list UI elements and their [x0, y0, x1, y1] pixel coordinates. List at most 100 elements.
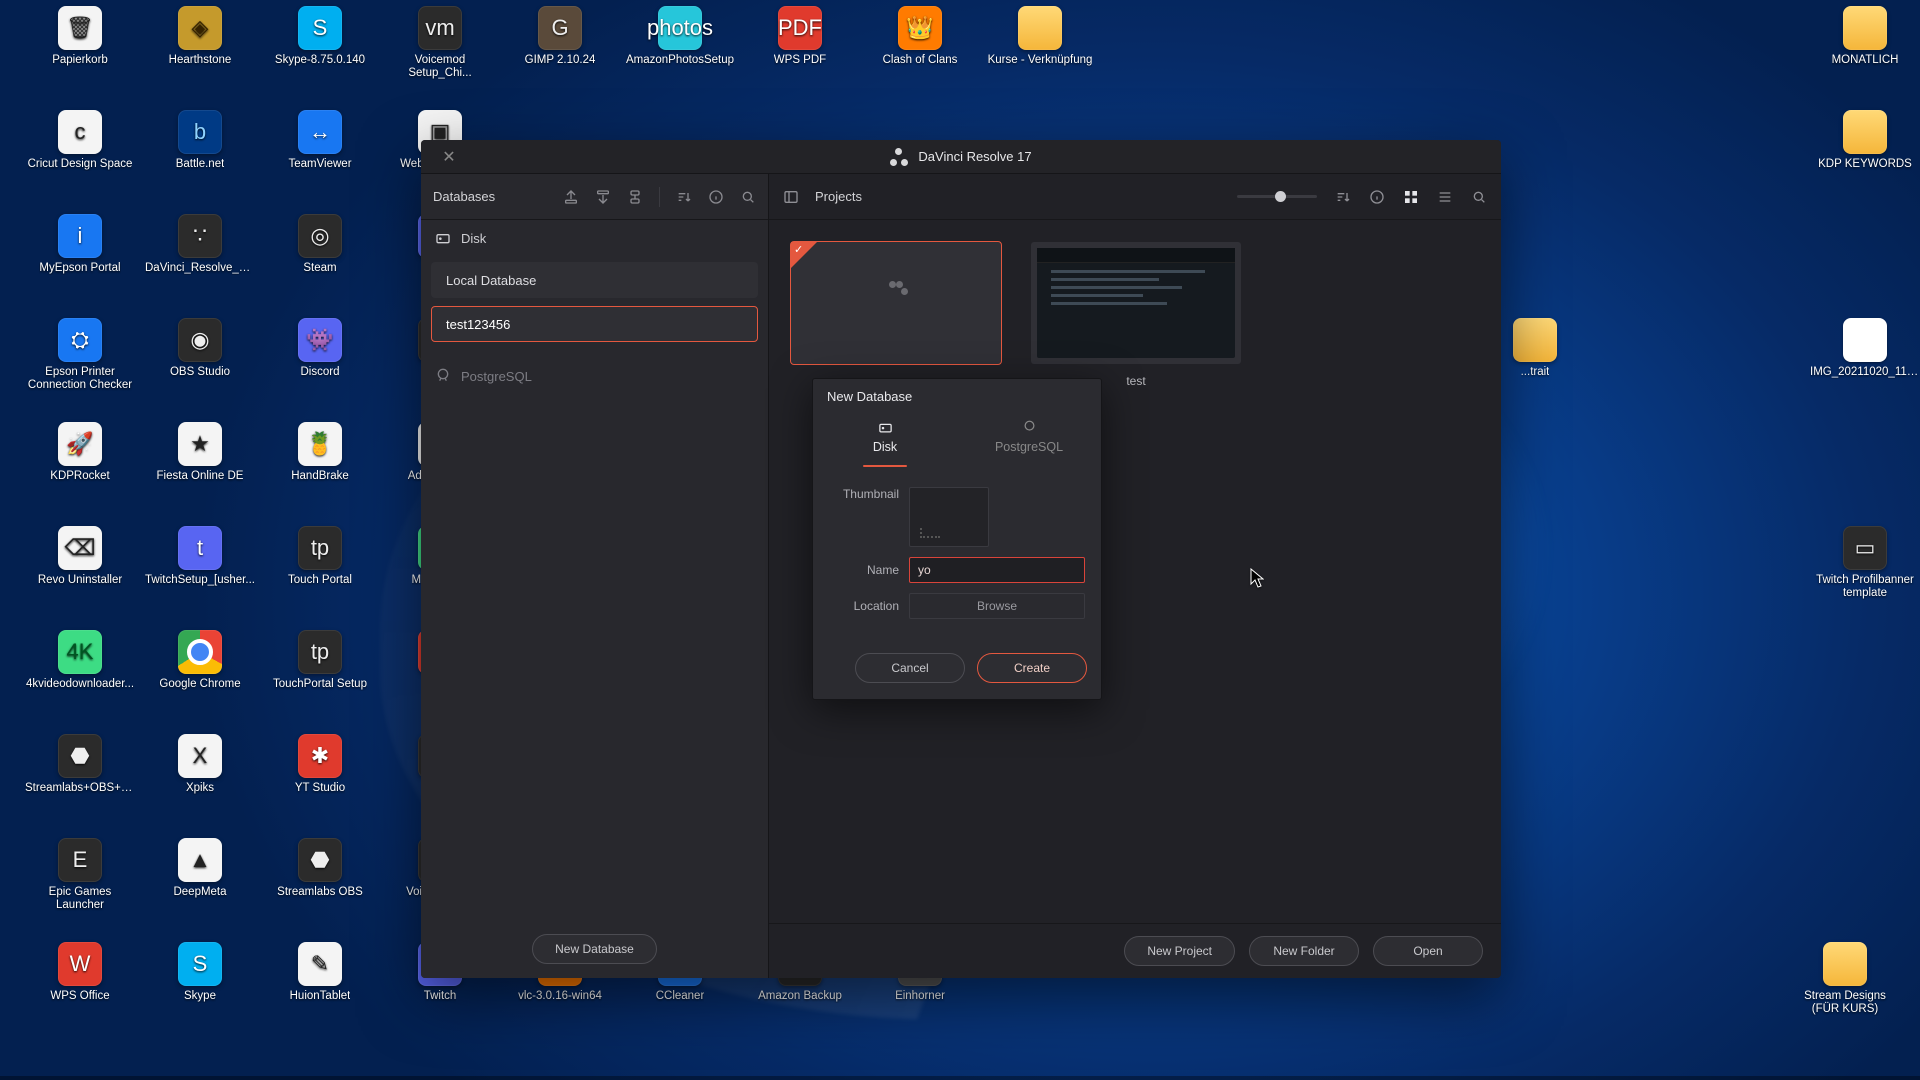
- icon-label: Touch Portal: [288, 574, 352, 587]
- sort-icon[interactable]: [1335, 189, 1351, 205]
- app-icon: PDF: [778, 6, 822, 50]
- desktop-icon[interactable]: ▲DeepMeta: [145, 838, 255, 899]
- desktop-icon[interactable]: tpTouch Portal: [265, 526, 375, 587]
- db-export-icon[interactable]: [595, 189, 611, 205]
- project-thumbnail: [1031, 242, 1241, 364]
- desktop-icon[interactable]: iMyEpson Portal: [25, 214, 135, 275]
- desktop-icon[interactable]: 👾Discord: [265, 318, 375, 379]
- sort-icon[interactable]: [676, 189, 692, 205]
- icon-label: DaVinci_Resolve_16...: [145, 262, 255, 275]
- disk-section[interactable]: Disk: [421, 220, 768, 256]
- panel-toggle-icon[interactable]: [783, 189, 799, 205]
- desktop-icon[interactable]: tpTouchPortal Setup: [265, 630, 375, 691]
- postgresql-section[interactable]: PostgreSQL: [421, 358, 768, 394]
- desktop-icon[interactable]: PDFWPS PDF: [745, 6, 855, 67]
- desktop-icon[interactable]: ↔TeamViewer: [265, 110, 375, 171]
- db-add-icon[interactable]: [563, 189, 579, 205]
- desktop-icon[interactable]: WWPS Office: [25, 942, 135, 1003]
- desktop-icon[interactable]: vmVoicemod Setup_Chi...: [385, 6, 495, 80]
- desktop-icon[interactable]: ⬣Streamlabs+OBS+S...: [25, 734, 135, 795]
- app-icon: 👑: [898, 6, 942, 50]
- icon-label: HandBrake: [291, 470, 349, 483]
- database-item[interactable]: test123456: [431, 306, 758, 342]
- new-project-button[interactable]: New Project: [1124, 936, 1235, 966]
- desktop-icon[interactable]: IMG_20211020_114031: [1810, 318, 1920, 379]
- desktop-icon[interactable]: Stream Designs (FÜR KURS): [1790, 942, 1900, 1016]
- db-link-icon[interactable]: [627, 189, 643, 205]
- desktop-icon[interactable]: 4K4kvideodownloader...: [25, 630, 135, 691]
- search-icon[interactable]: [740, 189, 756, 205]
- desktop-icon[interactable]: 🍍HandBrake: [265, 422, 375, 483]
- desktop-icon[interactable]: cCricut Design Space: [25, 110, 135, 171]
- info-icon[interactable]: [708, 189, 724, 205]
- desktop-icon[interactable]: ⌫Revo Uninstaller: [25, 526, 135, 587]
- disk-icon: [878, 420, 893, 435]
- desktop-icon[interactable]: 🗑Papierkorb: [25, 6, 135, 67]
- desktop-icon[interactable]: GGIMP 2.10.24: [505, 6, 615, 67]
- grid-view-icon[interactable]: [1403, 189, 1419, 205]
- project-card[interactable]: test: [1031, 242, 1241, 388]
- desktop-icon[interactable]: ⛭Epson Printer Connection Checker: [25, 318, 135, 392]
- info-icon[interactable]: [1369, 189, 1385, 205]
- desktop-icon[interactable]: 👑 Clash of Clans: [865, 6, 975, 67]
- desktop-icon[interactable]: Google Chrome: [145, 630, 255, 691]
- app-icon: E: [58, 838, 102, 882]
- desktop-icon[interactable]: 🚀KDPRocket: [25, 422, 135, 483]
- app-icon: b: [178, 110, 222, 154]
- close-button[interactable]: ✕: [433, 140, 465, 174]
- cancel-button[interactable]: Cancel: [855, 653, 965, 683]
- new-database-button[interactable]: New Database: [532, 934, 657, 964]
- thumbnail-dropzone[interactable]: [909, 487, 989, 547]
- taskbar[interactable]: [0, 1076, 1920, 1080]
- icon-label: Clash of Clans: [883, 54, 958, 67]
- app-icon: t: [178, 526, 222, 570]
- desktop-icon[interactable]: ∵DaVinci_Resolve_16...: [145, 214, 255, 275]
- desktop-icon[interactable]: photosAmazonPhotosSetup: [625, 6, 735, 67]
- new-database-dialog: New Database Disk PostgreSQL Thumbnail N…: [812, 378, 1102, 700]
- davinci-logo-icon: [890, 148, 908, 166]
- database-item[interactable]: Local Database: [431, 262, 758, 298]
- browse-button[interactable]: Browse: [909, 593, 1085, 619]
- new-folder-button[interactable]: New Folder: [1249, 936, 1359, 966]
- desktop-icon[interactable]: ▭Twitch Profilbanner template: [1810, 526, 1920, 600]
- window-title-text: DaVinci Resolve 17: [918, 149, 1031, 164]
- tab-postgresql[interactable]: PostgreSQL: [957, 412, 1101, 477]
- desktop-icon[interactable]: ◈Hearthstone: [145, 6, 255, 67]
- tab-disk[interactable]: Disk: [813, 412, 957, 477]
- app-icon: [1843, 110, 1887, 154]
- search-icon[interactable]: [1471, 189, 1487, 205]
- desktop-icon[interactable]: ◎Steam: [265, 214, 375, 275]
- app-icon: [178, 630, 222, 674]
- desktop-icon[interactable]: ⬣Streamlabs OBS: [265, 838, 375, 899]
- desktop-icon[interactable]: KDP KEYWORDS: [1810, 110, 1920, 171]
- app-icon: tp: [298, 630, 342, 674]
- icon-label: Twitch Profilbanner template: [1810, 574, 1920, 600]
- name-input[interactable]: [909, 557, 1085, 583]
- desktop-icon[interactable]: MONATLICH: [1810, 6, 1920, 67]
- icon-label: IMG_20211020_114031: [1810, 366, 1920, 379]
- projects-label: Projects: [815, 189, 862, 204]
- create-button[interactable]: Create: [977, 653, 1087, 683]
- desktop-icon[interactable]: ◉OBS Studio: [145, 318, 255, 379]
- desktop-icon[interactable]: SSkype: [145, 942, 255, 1003]
- icon-label: KDPRocket: [50, 470, 109, 483]
- desktop-icon[interactable]: SSkype-8.75.0.140: [265, 6, 375, 67]
- titlebar: ✕ DaVinci Resolve 17: [421, 140, 1501, 174]
- list-view-icon[interactable]: [1437, 189, 1453, 205]
- desktop-icon[interactable]: XXpiks: [145, 734, 255, 795]
- projects-footer: New Project New Folder Open: [769, 923, 1501, 978]
- project-card[interactable]: [791, 242, 1001, 388]
- open-button[interactable]: Open: [1373, 936, 1483, 966]
- desktop-icon[interactable]: EEpic Games Launcher: [25, 838, 135, 912]
- desktop-icon[interactable]: Kurse - Verknüpfung: [985, 6, 1095, 67]
- icon-label: KDP KEYWORDS: [1818, 158, 1912, 171]
- desktop-icon[interactable]: ✎HuionTablet: [265, 942, 375, 1003]
- postgresql-icon: [1022, 420, 1037, 435]
- desktop-icon[interactable]: tTwitchSetup_[usher...: [145, 526, 255, 587]
- desktop-icon[interactable]: ✱YT Studio: [265, 734, 375, 795]
- thumbnail-size-slider[interactable]: [1237, 195, 1317, 198]
- icon-label: Papierkorb: [52, 54, 108, 67]
- icon-label: Voicemod Setup_Chi...: [385, 54, 495, 80]
- desktop-icon[interactable]: bBattle.net: [145, 110, 255, 171]
- desktop-icon[interactable]: ★Fiesta Online DE: [145, 422, 255, 483]
